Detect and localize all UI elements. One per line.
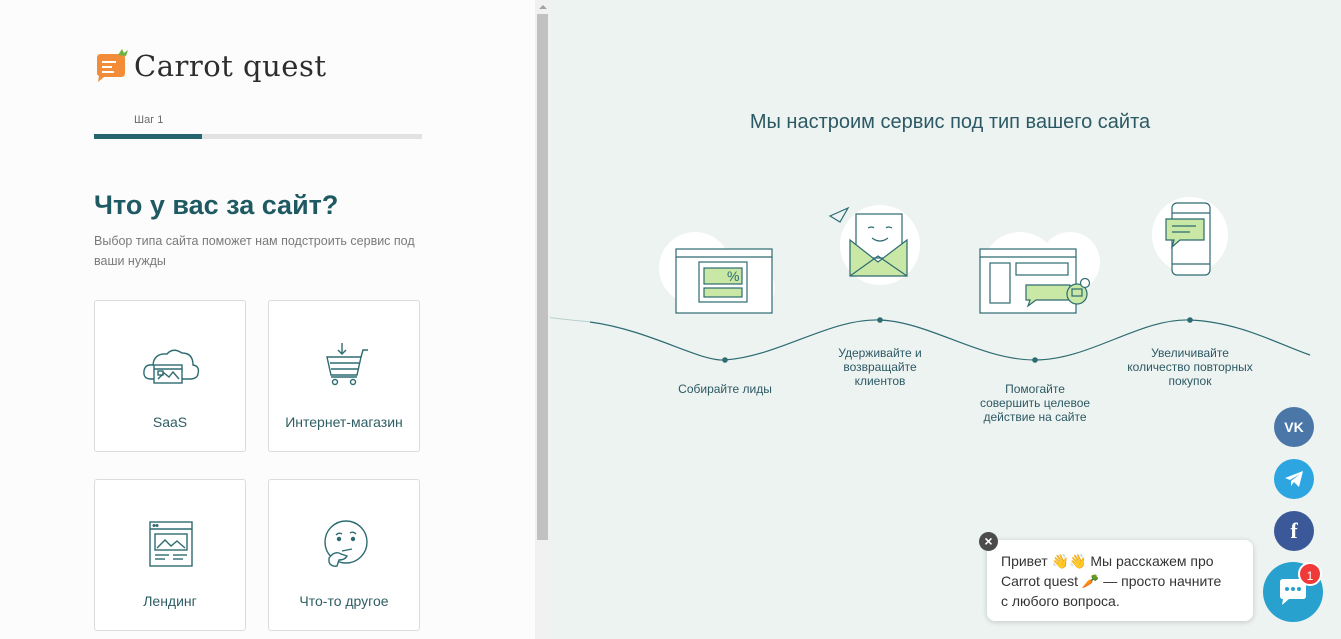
shopping-cart-icon: [326, 343, 368, 386]
promo-step-caption: Удерживайте и возвращайте клиентов: [838, 346, 922, 388]
chat-message-popup[interactable]: Привет 👋👋 Мы расскажем про Carrot quest …: [987, 540, 1253, 621]
journey-dot: [1187, 317, 1193, 323]
email-envelope-icon: [828, 205, 920, 285]
option-label: SaaS: [152, 414, 188, 430]
mobile-message-icon: [1152, 197, 1228, 276]
step-label: Шаг 1: [134, 114, 164, 126]
journey-dot: [877, 317, 883, 323]
unread-count-badge: 1: [1298, 562, 1322, 586]
page-title: Что у вас за сайт?: [94, 190, 339, 220]
chat-message-text-line: Привет 👋👋 Мы расскажем про: [1001, 553, 1214, 569]
option-label: Лендинг: [143, 593, 197, 609]
telegram-button[interactable]: [1274, 459, 1314, 499]
chat-message-text-line: с любого вопроса.: [1001, 593, 1120, 609]
brand-name: Carrot quest: [134, 49, 327, 83]
scrollbar-thumb[interactable]: [537, 14, 548, 540]
chat-close-button[interactable]: ×: [979, 532, 998, 551]
chat-message-text-line: Carrot quest 🥕 — просто начните: [1001, 573, 1222, 589]
cloud-browser-icon: [143, 349, 200, 384]
page-subtitle: Выбор типа сайта поможет нам подстроить …: [94, 234, 415, 268]
promo-step-caption: Увеличивайте количество повторных покупо…: [1127, 346, 1253, 388]
brand-logo[interactable]: Carrot quest: [94, 48, 326, 84]
facebook-button[interactable]: f: [1274, 511, 1314, 551]
vk-button[interactable]: VK: [1274, 407, 1314, 447]
option-card-saas[interactable]: SaaS: [94, 300, 246, 452]
svg-text:%: %: [727, 268, 739, 284]
facebook-icon: f: [1290, 518, 1298, 543]
carrot-logo-icon: [97, 49, 128, 82]
option-card-landing[interactable]: Лендинг: [94, 479, 246, 631]
journey-dot: [1032, 357, 1038, 363]
wizard-panel: Carrot quest Шаг 1 Что у вас за сайт? Вы…: [0, 0, 535, 639]
progress-fill: [94, 134, 203, 139]
site-chat-icon: [979, 232, 1100, 314]
landing-page-icon: [149, 521, 193, 567]
progress-bar: [94, 134, 422, 139]
lead-form-icon: %: [659, 232, 775, 314]
scroll-up-arrow-icon[interactable]: [535, 0, 550, 14]
thinking-face-icon: [324, 520, 368, 567]
option-card-other[interactable]: Что-то другое: [268, 479, 420, 631]
vk-icon: VK: [1284, 419, 1304, 435]
journey-dot: [722, 357, 728, 363]
telegram-icon: [1285, 471, 1303, 487]
scrollbar[interactable]: [535, 0, 550, 639]
option-card-ecommerce[interactable]: Интернет-магазин: [268, 300, 420, 452]
promo-step-caption: Помогайте совершить целевое действие на …: [979, 382, 1091, 424]
promo-step-caption: Собирайте лиды: [678, 382, 772, 396]
option-label: Что-то другое: [299, 593, 389, 609]
option-label: Интернет-магазин: [285, 414, 403, 430]
